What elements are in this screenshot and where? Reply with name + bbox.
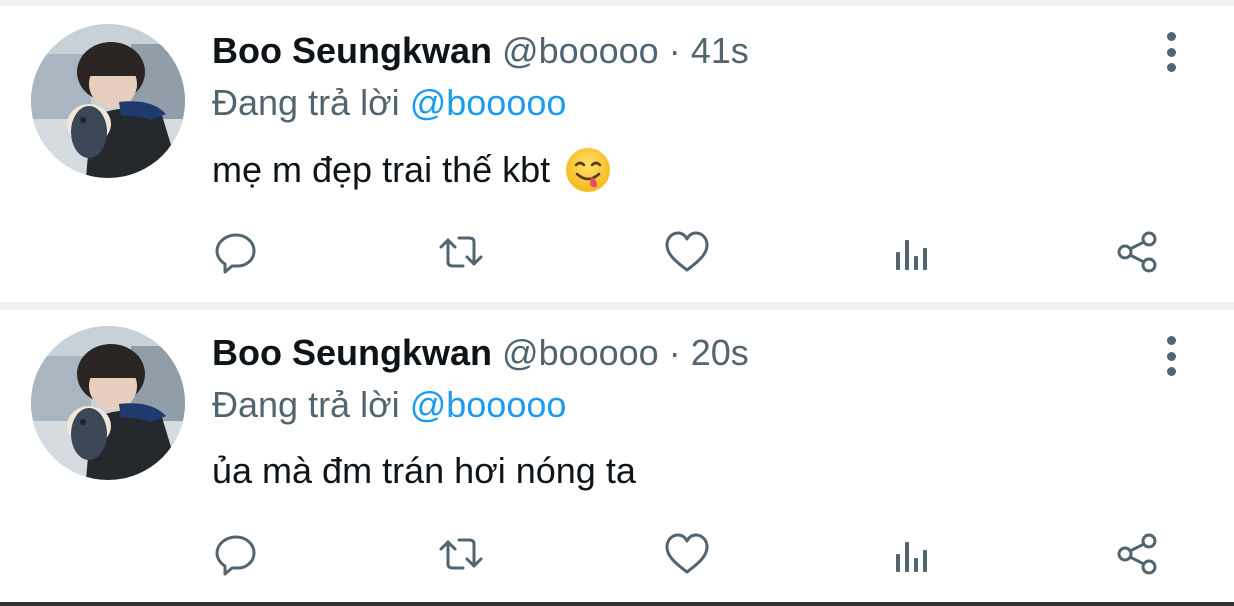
views-button[interactable] [888, 530, 936, 578]
reply-mention-link[interactable]: @booooo [410, 82, 567, 123]
user-handle[interactable]: @booooo [502, 30, 659, 72]
reply-context: Đang trả lời @booooo [212, 384, 566, 426]
timestamp[interactable]: 41s [691, 30, 749, 72]
share-button[interactable] [1113, 530, 1161, 578]
display-name[interactable]: Boo Seungkwan [212, 30, 492, 72]
retweet-icon [439, 538, 483, 570]
tweet[interactable]: Boo Seungkwan @booooo · 20s Đang trả lời… [0, 304, 1234, 602]
reply-prefix: Đang trả lời [212, 384, 400, 425]
tweet-header: Boo Seungkwan @booooo · 41s [212, 30, 749, 78]
timestamp[interactable]: 20s [691, 332, 749, 374]
tweet-header: Boo Seungkwan @booooo · 20s [212, 332, 749, 380]
retweet-button[interactable] [437, 228, 485, 276]
tweet-text: mẹ m đẹp trai thế kbt [212, 146, 612, 194]
tweet[interactable]: Boo Seungkwan @booooo · 41s Đang trả lời… [0, 6, 1234, 310]
tweet-actions [0, 530, 1234, 580]
more-vertical-icon[interactable] [1156, 28, 1186, 76]
reply-context: Đang trả lời @booooo [212, 82, 566, 124]
reply-icon [215, 233, 256, 274]
reply-prefix: Đang trả lời [212, 82, 400, 123]
share-button[interactable] [1113, 228, 1161, 276]
retweet-icon [439, 236, 483, 268]
retweet-button[interactable] [437, 530, 485, 578]
separator: · [668, 332, 681, 373]
analytics-icon [896, 240, 927, 270]
reply-mention-link[interactable]: @booooo [410, 384, 567, 425]
face-savoring-food-emoji-icon [566, 148, 611, 192]
heart-icon [665, 533, 709, 574]
like-button[interactable] [663, 228, 711, 276]
heart-icon [665, 231, 709, 272]
share-icon [1117, 231, 1157, 273]
like-button[interactable] [663, 530, 711, 578]
separator: · [668, 30, 681, 71]
tweet-text: ủa mà đm trán hơi nóng ta [212, 450, 636, 492]
reply-button[interactable] [212, 530, 260, 578]
avatar[interactable] [31, 326, 185, 480]
reply-button[interactable] [212, 228, 260, 276]
share-icon [1117, 533, 1157, 575]
tweet-text-content: ủa mà đm trán hơi nóng ta [212, 450, 636, 491]
display-name[interactable]: Boo Seungkwan [212, 332, 492, 374]
reply-icon [215, 535, 256, 576]
tweet-text-content: mẹ m đẹp trai thế kbt [212, 149, 551, 190]
avatar[interactable] [31, 24, 185, 178]
views-button[interactable] [888, 228, 936, 276]
bottom-border [0, 602, 1234, 606]
more-vertical-icon[interactable] [1156, 332, 1186, 380]
tweet-actions [0, 228, 1234, 278]
user-handle[interactable]: @booooo [502, 332, 659, 374]
analytics-icon [896, 542, 927, 572]
